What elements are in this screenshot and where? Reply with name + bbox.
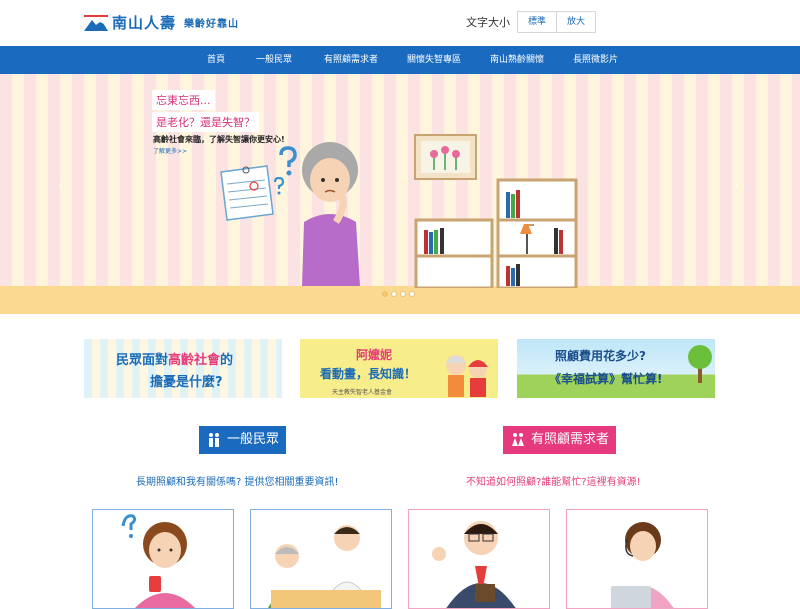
caregiver-note: 不知道如何照顧?誰能幫忙?這裡有資源! — [466, 477, 641, 488]
question-mark-small-icon — [273, 177, 285, 195]
bookshelf-illustration — [414, 178, 578, 288]
businessman-illustration — [432, 521, 516, 608]
chevron-right-icon[interactable]: › — [734, 178, 740, 194]
carousel-dot-2[interactable] — [391, 291, 397, 297]
caregiver-card-phone-woman[interactable] — [566, 509, 708, 609]
calendar-illustration — [220, 165, 274, 221]
cartoon-family-illustration — [446, 355, 488, 397]
nav-item-caregiver[interactable]: 有照顧需求者 — [324, 46, 378, 74]
promo-aging-society[interactable]: 民眾面對高齡社會的 擔憂是什麼? — [84, 339, 282, 398]
brand-slogan: 樂齡好靠山 — [184, 19, 240, 30]
banner-learn-more-link[interactable]: 了解更多>> — [153, 146, 187, 155]
tree-illustration — [688, 345, 712, 383]
carousel-dot-1[interactable] — [382, 291, 388, 297]
nav-item-senior-care[interactable]: 南山熟齡關懷 — [490, 46, 544, 74]
font-size-label: 文字大小 — [466, 16, 510, 29]
carousel-dot-4[interactable] — [409, 291, 415, 297]
caregiver-card-ok-man[interactable] — [408, 509, 550, 609]
promo-cost-calculator[interactable]: 照顧費用花多少? 《幸福試算》幫忙算! — [517, 339, 715, 398]
hero-banner[interactable]: 忘東忘西... 是老化？還是失智？ 高齡社會來臨，了解失智讓你更安心! 了解更多… — [0, 74, 800, 314]
banner-headline-1: 忘東忘西... — [152, 90, 215, 110]
promo-animation[interactable]: 阿嬤妮 看動畫，長知識！ 天主教失智老人基金會 — [300, 339, 498, 398]
brand-name: 南山人壽 — [112, 14, 177, 32]
font-size-large-button[interactable]: 放大 — [557, 11, 597, 33]
wall-picture-frame — [414, 134, 477, 180]
promo2-footer: 天主教失智老人基金會 — [332, 389, 393, 396]
consultation-illustration — [268, 525, 381, 608]
people-icon — [512, 433, 524, 446]
phone-operator-illustration — [611, 522, 674, 608]
site-header: 南山人壽 樂齡好靠山 文字大小 標準 放大 — [0, 0, 800, 46]
promo1-line2: 擔憂是什麼? — [150, 375, 223, 390]
carousel-dots — [382, 291, 415, 297]
promo2-title: 阿嬤妮 — [356, 348, 393, 362]
general-public-label: 一般民眾 — [227, 432, 280, 447]
promo2-subtitle: 看動畫，長知識！ — [320, 367, 417, 381]
promo1-line1: 民眾面對高齡社會的 — [116, 353, 234, 368]
main-nav: 首頁 一般民眾 有照顧需求者 關懷失智專區 南山熟齡關懷 長照微影片 — [0, 46, 800, 74]
banner-description: 高齡社會來臨，了解失智讓你更安心! — [153, 135, 285, 144]
elderly-woman-illustration — [302, 142, 360, 286]
promo3-line1: 照顧費用花多少? — [555, 349, 646, 363]
caregiver-button[interactable]: 有照顧需求者 — [503, 426, 616, 454]
promo3-line2: 《幸福試算》幫忙算! — [549, 372, 663, 386]
banner-headline-2: 是老化？還是失智？ — [152, 112, 259, 132]
font-size-switcher: 文字大小 標準 放大 — [466, 11, 597, 33]
nav-item-general[interactable]: 一般民眾 — [256, 46, 292, 74]
caregiver-label: 有照顧需求者 — [531, 432, 610, 447]
general-card-confused-woman[interactable] — [92, 509, 234, 609]
general-public-button[interactable]: 一般民眾 — [199, 426, 286, 454]
nav-item-dementia[interactable]: 關懷失智專區 — [407, 46, 461, 74]
nav-item-videos[interactable]: 長照微影片 — [573, 46, 618, 74]
people-icon — [209, 433, 219, 447]
site-logo[interactable]: 南山人壽 樂齡好靠山 — [83, 12, 239, 33]
chevron-left-icon[interactable]: ‹ — [58, 178, 64, 194]
nav-item-home[interactable]: 首頁 — [207, 46, 225, 74]
carousel-dot-3[interactable] — [400, 291, 406, 297]
font-size-normal-button[interactable]: 標準 — [517, 11, 558, 33]
mountain-logo-icon — [83, 13, 109, 33]
general-public-note: 長期照顧和我有關係嗎? 提供您相關重要資訊! — [136, 477, 339, 488]
confused-woman-illustration — [121, 514, 195, 608]
general-card-consultation[interactable] — [250, 509, 392, 609]
